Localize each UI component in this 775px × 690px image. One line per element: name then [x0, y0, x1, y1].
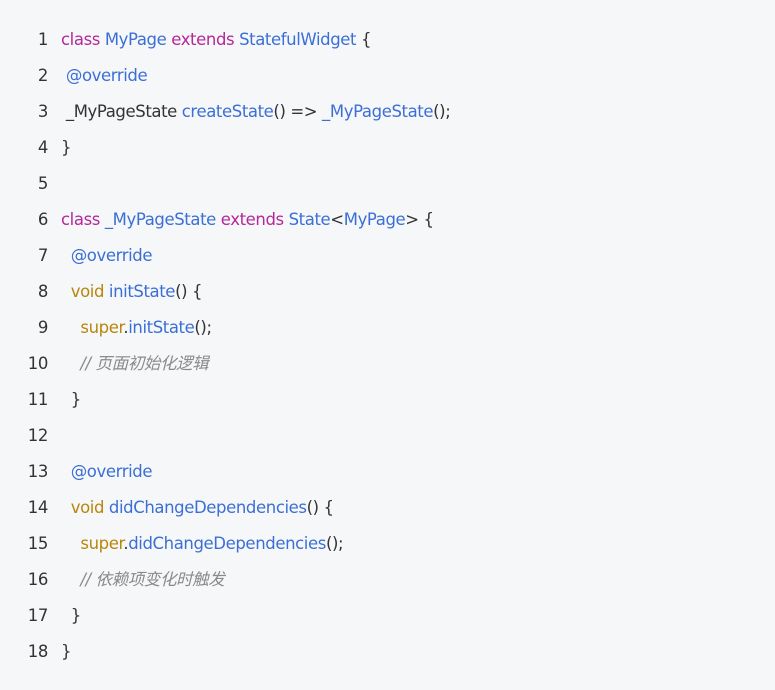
code-line: 14 void didChangeDependencies() {	[0, 490, 775, 526]
line-number: 11	[27, 390, 49, 409]
code-text: void initState() {	[61, 274, 203, 310]
code-text: @override	[61, 454, 153, 490]
code-line: 9 super.initState();	[0, 310, 775, 346]
line-number: 7	[37, 246, 49, 265]
code-text: // 依赖项变化时触发	[61, 562, 224, 598]
code-line: 13 @override	[0, 454, 775, 490]
code-token: @override	[70, 462, 153, 481]
code-token: void	[70, 498, 105, 517]
code-line: 18}	[0, 634, 775, 670]
code-text: }	[61, 634, 72, 670]
line-number: 5	[37, 174, 49, 193]
code-token: class	[61, 210, 100, 229]
line-number: 6	[37, 210, 49, 229]
code-line: 5	[0, 166, 775, 202]
code-text: class _MyPageState extends State<MyPage>…	[61, 202, 434, 238]
code-text: super.initState();	[61, 310, 212, 346]
line-number: 10	[27, 354, 49, 373]
code-token: extends	[171, 30, 235, 49]
code-token: didChangeDependencies	[128, 534, 326, 553]
code-token: initState	[108, 282, 176, 301]
code-token: }	[61, 606, 82, 625]
code-text: }	[61, 382, 82, 418]
code-token: ();	[433, 102, 451, 121]
code-text: _MyPageState createState() => _MyPageSta…	[61, 94, 451, 130]
code-text: }	[61, 130, 72, 166]
code-token: () {	[306, 498, 334, 517]
code-line: 3 _MyPageState createState() => _MyPageS…	[0, 94, 775, 130]
code-text: super.didChangeDependencies();	[61, 526, 343, 562]
code-token: ();	[325, 534, 344, 553]
code-text: @override	[61, 238, 153, 274]
code-line: 1 class MyPage extends StatefulWidget {	[0, 22, 775, 58]
line-number: 17	[27, 606, 49, 625]
code-line: 2 @override	[0, 58, 775, 94]
code-token: }	[61, 390, 82, 409]
code-text: @override	[61, 58, 148, 94]
code-token: }	[61, 138, 72, 157]
code-token: () {	[175, 282, 203, 301]
code-text: // 页面初始化逻辑	[61, 346, 208, 382]
code-line: 15 super.didChangeDependencies();	[0, 526, 775, 562]
code-comment: // 页面初始化逻辑	[80, 354, 209, 373]
code-token: {	[356, 30, 372, 49]
code-token: @override	[70, 246, 153, 265]
code-token: _MyPageState	[322, 102, 434, 121]
line-number: 9	[37, 318, 49, 337]
code-token: MyPage	[104, 30, 167, 49]
code-token: void	[70, 282, 105, 301]
code-line: 10 // 页面初始化逻辑	[0, 346, 775, 382]
code-text: void didChangeDependencies() {	[61, 490, 334, 526]
code-token: didChangeDependencies	[108, 498, 307, 517]
line-number: 2	[37, 66, 49, 85]
code-token: _MyPageState	[104, 210, 216, 229]
code-token: () =>	[273, 102, 323, 121]
code-token: State	[288, 210, 331, 229]
code-token: StatefulWidget	[239, 30, 357, 49]
code-token: createState	[181, 102, 274, 121]
line-number: 8	[37, 282, 49, 301]
line-number: 12	[27, 426, 49, 445]
code-token: }	[61, 642, 72, 661]
code-line: 11 }	[0, 382, 775, 418]
code-token: class	[61, 30, 100, 49]
line-number: 15	[27, 534, 49, 553]
code-text: }	[61, 598, 82, 634]
line-number: 16	[27, 570, 49, 589]
code-line: 16 // 依赖项变化时触发	[0, 562, 775, 598]
code-line: 8 void initState() {	[0, 274, 775, 310]
code-token: _MyPageState	[61, 102, 182, 121]
code-token: super	[80, 534, 124, 553]
line-number: 13	[27, 462, 49, 481]
code-line: 6 class _MyPageState extends State<MyPage…	[0, 202, 775, 238]
line-number: 1	[37, 30, 49, 49]
code-token: extends	[220, 210, 284, 229]
code-line: 4}	[0, 130, 775, 166]
code-token: <	[330, 210, 344, 229]
line-number: 4	[37, 138, 49, 157]
code-token: MyPage	[343, 210, 406, 229]
line-number: 3	[37, 102, 49, 121]
line-number: 18	[27, 642, 49, 661]
code-line: 7 @override	[0, 238, 775, 274]
code-token: > {	[405, 210, 434, 229]
code-line: 12	[0, 418, 775, 454]
code-token: super	[80, 318, 124, 337]
code-line: 17 }	[0, 598, 775, 634]
code-block: 1 class MyPage extends StatefulWidget {2 …	[0, 0, 775, 690]
code-text: class MyPage extends StatefulWidget {	[61, 22, 371, 58]
code-token: initState	[128, 318, 195, 337]
code-comment: // 依赖项变化时触发	[80, 570, 225, 589]
line-number: 14	[27, 498, 49, 517]
code-token: ();	[194, 318, 212, 337]
code-token: @override	[65, 66, 148, 85]
